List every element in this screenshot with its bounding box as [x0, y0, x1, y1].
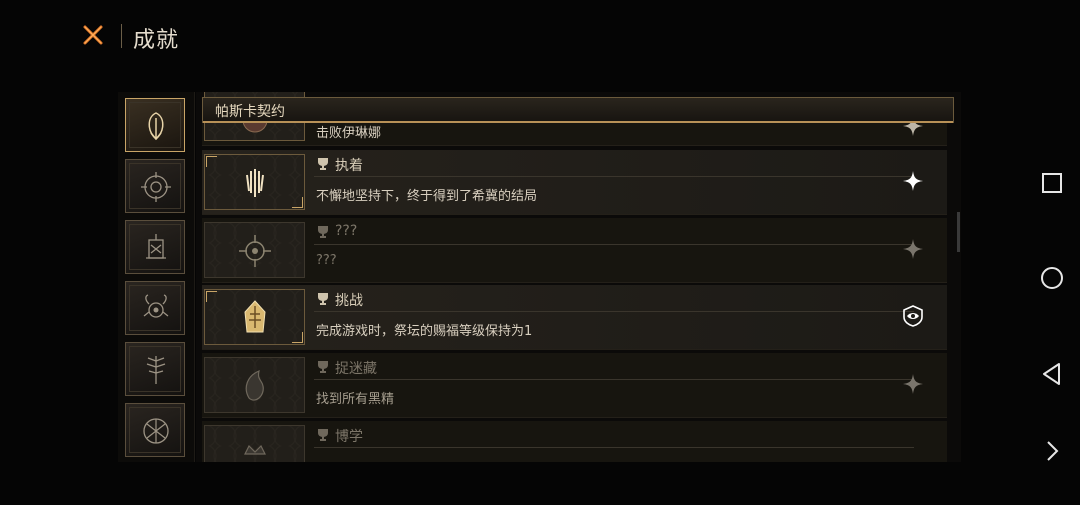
- rune-circle-icon: [143, 418, 169, 444]
- achievement-name: ???: [335, 223, 358, 239]
- section-title: 帕斯卡契约: [215, 104, 285, 120]
- altar-crest-icon: [244, 300, 266, 333]
- eye-sigil-icon: [141, 172, 171, 202]
- pasca-pact-icon: [148, 112, 164, 141]
- sparkle-icon: [903, 239, 923, 259]
- square-icon[interactable]: [1040, 171, 1064, 195]
- category-eye[interactable]: [125, 159, 185, 213]
- achievement-panel: 击败伊琳娜 帕斯卡契约 执着 不懈地坚持下，终于得到了希冀的结局 ??? ???…: [196, 92, 961, 462]
- close-button[interactable]: [80, 22, 106, 48]
- row-divider: [314, 379, 914, 380]
- sparkle-icon: [903, 374, 923, 394]
- achievement-description: ???: [316, 253, 337, 268]
- lantern-sigil-icon: [146, 234, 166, 259]
- header-divider: [121, 24, 122, 48]
- achievement-thumbnail: [204, 289, 305, 345]
- achievement-row[interactable]: 执着 不懈地坚持下，终于得到了希冀的结局: [202, 150, 947, 215]
- achievement-row[interactable]: 博学: [202, 421, 947, 462]
- trophy-icon: [318, 158, 328, 170]
- chevron-right-icon[interactable]: [1040, 439, 1064, 463]
- category-horned-eye[interactable]: [125, 281, 185, 335]
- achievement-description: 击败伊琳娜: [316, 126, 382, 141]
- category-pasca-pact[interactable]: [125, 98, 185, 152]
- achievement-row[interactable]: ??? ???: [202, 218, 947, 283]
- category-lantern[interactable]: [125, 220, 185, 274]
- page-title: 成就: [133, 28, 180, 53]
- trophy-icon: [318, 361, 328, 373]
- row-divider: [314, 176, 914, 177]
- category-feather-tree[interactable]: [125, 342, 185, 396]
- achievement-description: 找到所有黑精: [316, 392, 395, 407]
- back-triangle-icon[interactable]: [1040, 362, 1064, 386]
- achievement-name: 挑战: [335, 293, 363, 309]
- achievement-description: 不懈地坚持下，终于得到了希冀的结局: [316, 189, 538, 204]
- crown-sigil-icon: [244, 444, 266, 455]
- achievement-thumbnail: [204, 357, 305, 413]
- achievement-description: 完成游戏时，祭坛的赐福等级保持为1: [316, 324, 533, 339]
- trophy-icon: [318, 293, 328, 305]
- shadow-drop-icon: [245, 370, 264, 401]
- achievement-row[interactable]: 捉迷藏 找到所有黑精: [202, 353, 947, 418]
- achievement-name: 捉迷藏: [335, 361, 377, 377]
- trophy-icon: [318, 226, 328, 238]
- category-sidebar: [118, 92, 195, 462]
- shield-eye-icon: [903, 305, 923, 327]
- close-icon: [83, 25, 103, 45]
- row-divider: [314, 244, 914, 245]
- spider-claw-icon: [246, 169, 264, 197]
- row-divider: [314, 311, 914, 312]
- achievement-thumbnail: [204, 222, 305, 278]
- section-header: 帕斯卡契约: [202, 97, 954, 123]
- achievement-thumbnail: [204, 154, 305, 210]
- feather-tree-icon: [146, 356, 166, 384]
- sparkle-icon: [903, 171, 923, 191]
- crosshair-icon: [239, 235, 271, 267]
- trophy-icon: [318, 429, 328, 441]
- row-divider: [314, 447, 914, 448]
- achievement-name: 执着: [335, 158, 363, 174]
- category-rune-circle[interactable]: [125, 403, 185, 457]
- circle-icon[interactable]: [1040, 266, 1064, 290]
- achievement-row[interactable]: 挑战 完成游戏时，祭坛的赐福等级保持为1: [202, 285, 947, 350]
- scrollbar[interactable]: [957, 212, 960, 252]
- horned-eye-icon: [143, 294, 169, 318]
- achievement-thumbnail: [204, 425, 305, 462]
- achievement-name: 博学: [335, 429, 363, 445]
